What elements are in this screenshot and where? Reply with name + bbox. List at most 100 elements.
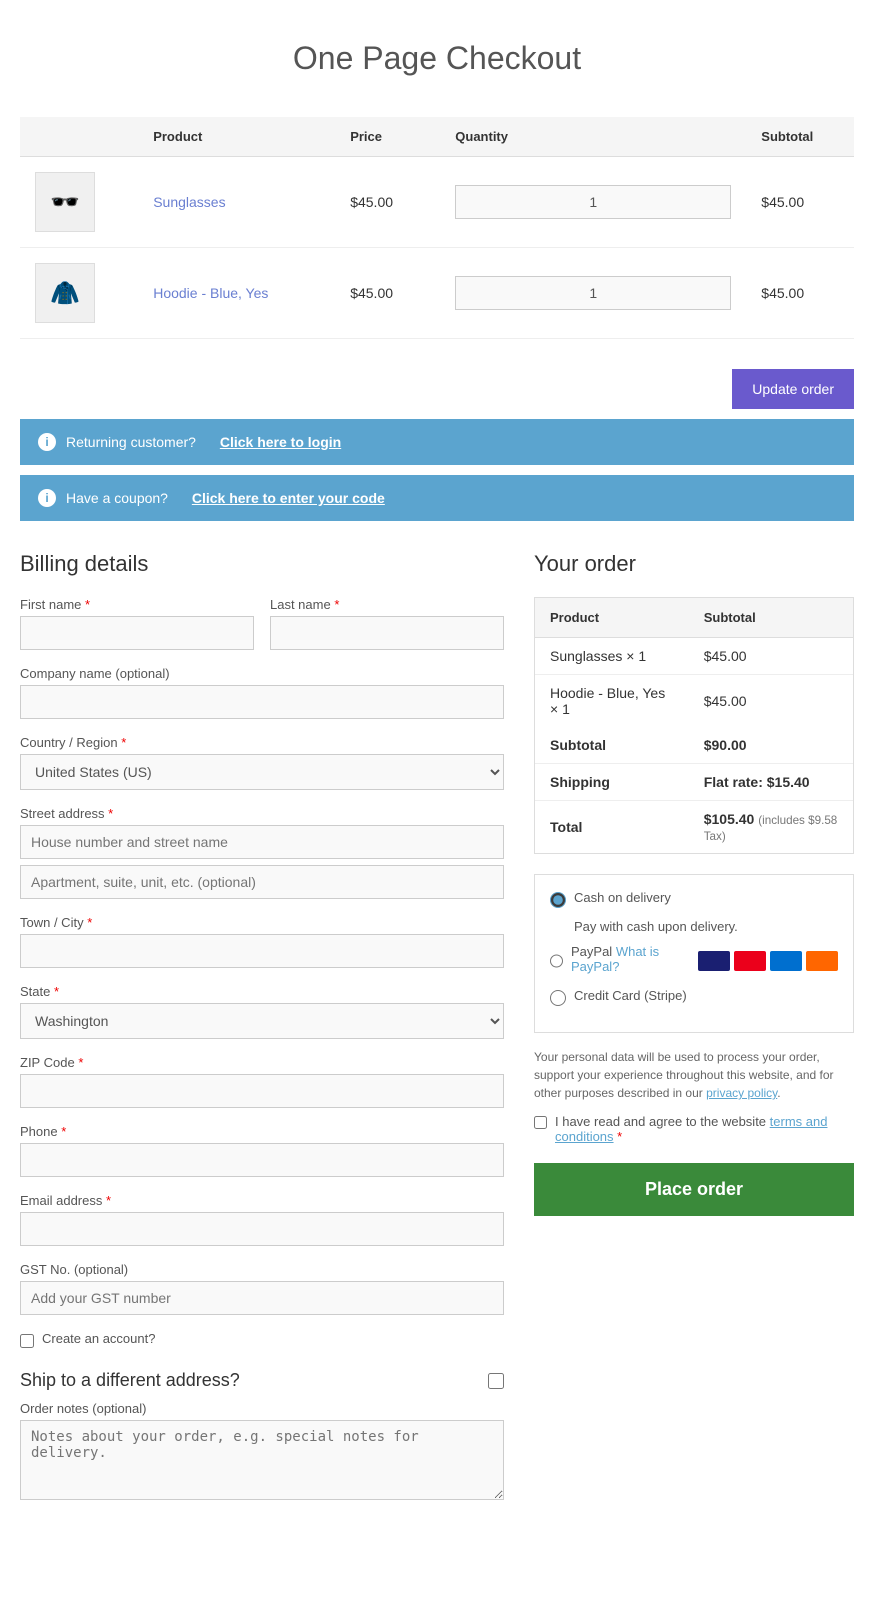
- city-input[interactable]: [20, 934, 504, 968]
- create-account-label[interactable]: Create an account?: [42, 1331, 155, 1346]
- billing-section: Billing details First name * Last name *…: [20, 551, 504, 1519]
- payment-radio-stripe[interactable]: [550, 990, 566, 1006]
- summary-footer-row: Subtotal$90.00: [535, 727, 853, 764]
- paypal-what-link[interactable]: What is PayPal?: [571, 944, 659, 974]
- cart-row: 🧥 Hoodie - Blue, Yes $45.00 $45.00: [20, 248, 854, 339]
- state-select[interactable]: Washington California New York Texas Flo…: [20, 1003, 504, 1039]
- col-header-product: Product: [138, 117, 335, 157]
- summary-footer-label: Shipping: [535, 764, 689, 801]
- summary-footer-value: $90.00: [689, 727, 853, 764]
- terms-label[interactable]: I have read and agree to the website ter…: [555, 1114, 854, 1144]
- payment-option-cod: Cash on delivery Pay with cash upon deli…: [550, 890, 838, 934]
- payment-box: Cash on delivery Pay with cash upon deli…: [534, 874, 854, 1033]
- order-summary-box: Product Subtotal Sunglasses × 1$45.00Hoo…: [534, 597, 854, 854]
- coupon-text: Have a coupon?: [66, 490, 168, 506]
- gst-input[interactable]: [20, 1281, 504, 1315]
- summary-footer-value: Flat rate: $15.40: [689, 764, 853, 801]
- col-header-subtotal: Subtotal: [746, 117, 854, 157]
- coupon-banner: i Have a coupon? Click here to enter you…: [20, 475, 854, 521]
- paypal-icons: [698, 951, 838, 971]
- product-price: $45.00: [335, 248, 440, 339]
- summary-item-name: Hoodie - Blue, Yes × 1: [535, 675, 689, 728]
- col-header-price: Price: [335, 117, 440, 157]
- company-input[interactable]: [20, 685, 504, 719]
- order-notes-label: Order notes (optional): [20, 1401, 504, 1416]
- summary-item-subtotal: $45.00: [689, 675, 853, 728]
- order-notes-textarea[interactable]: [20, 1420, 504, 1500]
- payment-cod-desc: Pay with cash upon delivery.: [574, 919, 838, 934]
- summary-footer-label: Subtotal: [535, 727, 689, 764]
- summary-footer-value: $105.40 (includes $9.58 Tax): [689, 801, 853, 854]
- place-order-button[interactable]: Place order: [534, 1163, 854, 1216]
- info-icon-2: i: [38, 489, 56, 507]
- last-name-input[interactable]: [270, 616, 504, 650]
- ship-title: Ship to a different address?: [20, 1370, 504, 1391]
- product-thumb: 🕶️: [35, 172, 95, 232]
- col-header-quantity: Quantity: [440, 117, 746, 157]
- company-label: Company name (optional): [20, 666, 504, 681]
- summary-item-name: Sunglasses × 1: [535, 638, 689, 675]
- terms-row: I have read and agree to the website ter…: [534, 1114, 854, 1148]
- first-name-label: First name *: [20, 597, 254, 612]
- first-name-input[interactable]: [20, 616, 254, 650]
- product-subtotal: $45.00: [746, 248, 854, 339]
- last-name-label: Last name *: [270, 597, 504, 612]
- payment-label-cod[interactable]: Cash on delivery: [574, 890, 671, 905]
- login-link[interactable]: Click here to login: [220, 434, 341, 450]
- street-label: Street address *: [20, 806, 504, 821]
- ship-different-checkbox[interactable]: [488, 1373, 504, 1389]
- gst-label: GST No. (optional): [20, 1262, 504, 1277]
- col-header-img: [20, 117, 138, 157]
- phone-input[interactable]: [20, 1143, 504, 1177]
- phone-label: Phone *: [20, 1124, 504, 1139]
- order-summary-section: Your order Product Subtotal Sunglasses ×…: [534, 551, 854, 1519]
- product-link[interactable]: Sunglasses: [153, 194, 225, 210]
- summary-footer-label: Total: [535, 801, 689, 854]
- street-input[interactable]: [20, 825, 504, 859]
- state-label: State *: [20, 984, 504, 999]
- page-title: One Page Checkout: [20, 40, 854, 77]
- coupon-link[interactable]: Click here to enter your code: [192, 490, 385, 506]
- terms-checkbox[interactable]: [534, 1116, 547, 1129]
- payment-radio-paypal[interactable]: [550, 953, 563, 969]
- product-subtotal: $45.00: [746, 157, 854, 248]
- summary-row: Sunglasses × 1$45.00: [535, 638, 853, 675]
- info-icon: i: [38, 433, 56, 451]
- payment-label-stripe[interactable]: Credit Card (Stripe): [574, 988, 687, 1003]
- update-order-button[interactable]: Update order: [732, 369, 854, 409]
- summary-item-subtotal: $45.00: [689, 638, 853, 675]
- cart-table: Product Price Quantity Subtotal 🕶️ Sungl…: [20, 117, 854, 339]
- zip-input[interactable]: [20, 1074, 504, 1108]
- payment-label-row: Credit Card (Stripe): [550, 988, 838, 1007]
- summary-subtotal-header: Subtotal: [689, 598, 853, 638]
- payment-label-paypal[interactable]: PayPal What is PayPal?: [571, 944, 682, 974]
- returning-customer-banner: i Returning customer? Click here to logi…: [20, 419, 854, 465]
- qty-input[interactable]: [455, 276, 731, 310]
- country-select[interactable]: United States (US) Canada United Kingdom…: [20, 754, 504, 790]
- country-label: Country / Region *: [20, 735, 504, 750]
- create-account-checkbox[interactable]: [20, 1334, 34, 1348]
- product-price: $45.00: [335, 157, 440, 248]
- privacy-text: Your personal data will be used to proce…: [534, 1048, 854, 1102]
- order-summary-title: Your order: [534, 551, 854, 577]
- city-label: Town / City *: [20, 915, 504, 930]
- product-thumb: 🧥: [35, 263, 95, 323]
- payment-option-stripe: Credit Card (Stripe): [550, 988, 838, 1007]
- summary-row: Hoodie - Blue, Yes × 1$45.00: [535, 675, 853, 728]
- cart-row: 🕶️ Sunglasses $45.00 $45.00: [20, 157, 854, 248]
- returning-text: Returning customer?: [66, 434, 196, 450]
- summary-footer-row: ShippingFlat rate: $15.40: [535, 764, 853, 801]
- summary-product-header: Product: [535, 598, 689, 638]
- billing-title: Billing details: [20, 551, 504, 577]
- payment-label-row: PayPal What is PayPal?: [550, 944, 838, 978]
- email-input[interactable]: [20, 1212, 504, 1246]
- product-link[interactable]: Hoodie - Blue, Yes: [153, 285, 268, 301]
- privacy-link[interactable]: privacy policy: [706, 1086, 777, 1100]
- payment-label-row: Cash on delivery: [550, 890, 838, 909]
- qty-input[interactable]: [455, 185, 731, 219]
- payment-option-paypal: PayPal What is PayPal?: [550, 944, 838, 978]
- summary-footer-row: Total$105.40 (includes $9.58 Tax): [535, 801, 853, 854]
- email-label: Email address *: [20, 1193, 504, 1208]
- payment-radio-cod[interactable]: [550, 892, 566, 908]
- apt-input[interactable]: [20, 865, 504, 899]
